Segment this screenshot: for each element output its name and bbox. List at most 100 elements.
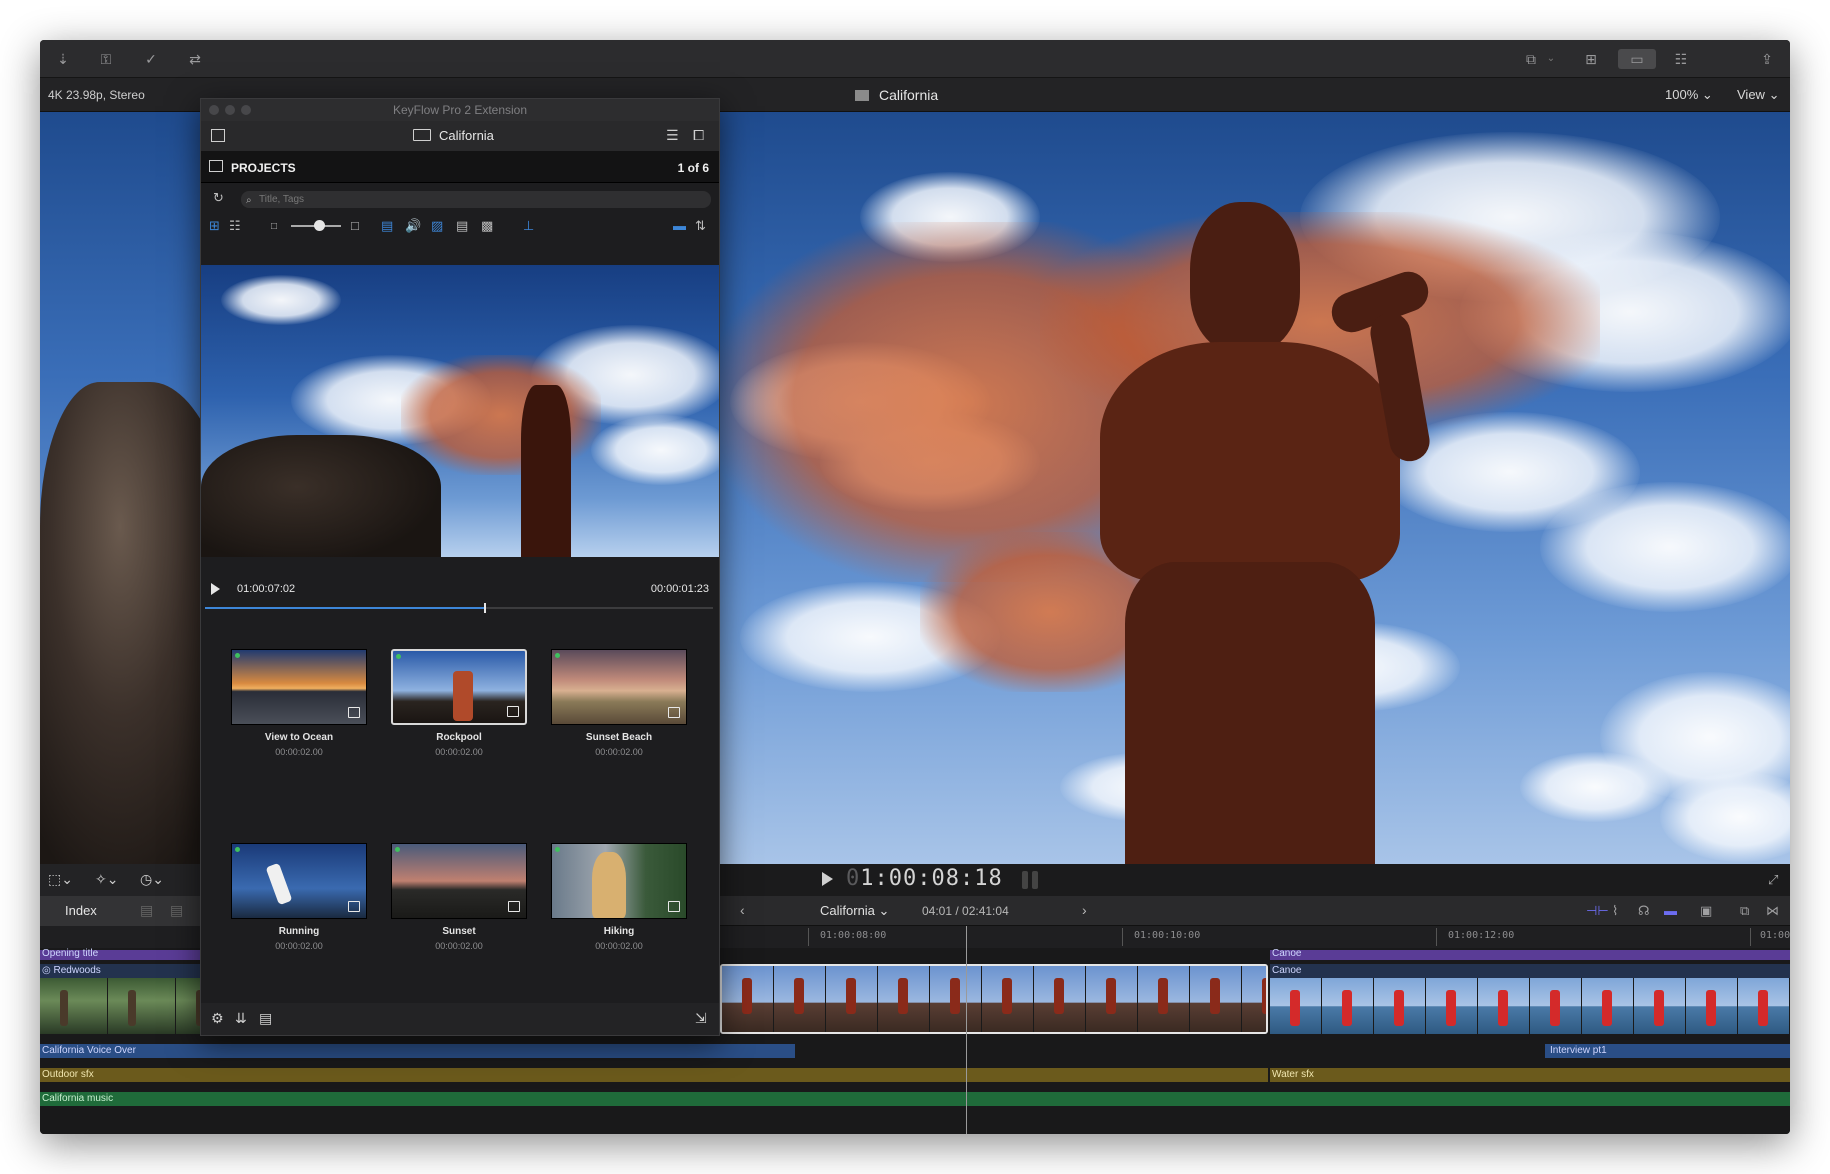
chevron-right-icon[interactable]: › bbox=[1082, 902, 1087, 918]
audio-meter bbox=[1022, 871, 1028, 889]
clip-connect-icon[interactable]: ▤ bbox=[170, 902, 183, 919]
project-name: California bbox=[820, 903, 875, 918]
inspector-icon[interactable]: ☷ bbox=[1670, 49, 1692, 69]
chevron-left-icon[interactable]: ‹ bbox=[740, 902, 745, 918]
list-icon[interactable]: ☰ bbox=[666, 127, 679, 144]
project-menu[interactable]: California ⌄ bbox=[820, 903, 889, 919]
browser-toggle-icon[interactable]: ⧉ bbox=[1520, 49, 1542, 69]
video-clip[interactable] bbox=[1270, 964, 1790, 978]
sfx-clip[interactable] bbox=[40, 1068, 1268, 1082]
search-input[interactable]: ⌕ Title, Tags bbox=[241, 191, 711, 208]
thumbnail-name: Hiking bbox=[603, 926, 635, 937]
title-clip[interactable] bbox=[1270, 950, 1790, 960]
fullscreen-icon[interactable]: ⤢ bbox=[1768, 872, 1778, 888]
sort-icon[interactable]: ⇅ bbox=[695, 218, 706, 234]
snapping-icon[interactable]: ▬ bbox=[1664, 903, 1677, 918]
export-icon[interactable]: ⇪ bbox=[1756, 49, 1778, 69]
slider-knob[interactable] bbox=[314, 220, 325, 231]
thumbnail-name: Sunset bbox=[442, 926, 476, 937]
audio-filter-icon[interactable]: 🔊 bbox=[405, 218, 421, 234]
refresh-icon[interactable]: ↻ bbox=[213, 190, 224, 206]
large-thumb-icon[interactable]: □ bbox=[351, 218, 359, 233]
report-icon[interactable]: ▤ bbox=[259, 1010, 272, 1027]
playhead[interactable] bbox=[966, 926, 967, 1134]
audio-skimming-icon[interactable]: ⌇ bbox=[1612, 903, 1618, 919]
index-tab[interactable]: Index ▤ ▤ bbox=[40, 896, 200, 926]
new-window-icon[interactable]: ⧠ bbox=[693, 127, 704, 144]
preview-image[interactable] bbox=[201, 265, 719, 557]
music-clip[interactable] bbox=[40, 1092, 1790, 1106]
grid-view-icon[interactable]: ⊞ bbox=[209, 218, 220, 234]
skimming-icon[interactable]: ⊣⊢ bbox=[1586, 903, 1609, 919]
sidebar-toggle-icon[interactable] bbox=[211, 129, 225, 142]
keyword-icon[interactable]: ⚿ bbox=[95, 49, 117, 69]
zoom-icon[interactable] bbox=[241, 105, 251, 115]
scrub-handle[interactable] bbox=[484, 603, 487, 613]
chevron-down-icon[interactable]: ⌄ bbox=[1540, 49, 1562, 69]
video-filter-icon[interactable]: ▤ bbox=[381, 218, 393, 234]
view-label: View bbox=[1737, 87, 1765, 102]
thumbnail-duration: 00:00:02.00 bbox=[275, 941, 323, 951]
grid-icon[interactable]: ⊞ bbox=[1580, 49, 1602, 69]
redwoods-filmstrip[interactable] bbox=[40, 978, 200, 1034]
play-icon[interactable] bbox=[822, 872, 833, 886]
share-icon[interactable]: ⇄ bbox=[184, 49, 206, 69]
audio-meter bbox=[1032, 871, 1038, 889]
projects-label: PROJECTS bbox=[231, 161, 296, 175]
clip-appearance-icon[interactable]: ▣ bbox=[1700, 903, 1712, 919]
hierarchy-icon[interactable]: ⊥ bbox=[523, 218, 534, 234]
film-icon bbox=[508, 901, 520, 912]
view-menu[interactable]: View ⌄ bbox=[1737, 87, 1779, 103]
keyflow-panel: KeyFlow Pro 2 Extension California ☰ ⧠ P… bbox=[200, 98, 720, 1036]
thumbnail-duration: 00:00:02.00 bbox=[595, 941, 643, 951]
library-name: California bbox=[439, 128, 494, 143]
filmstrip-icon[interactable]: ▭ bbox=[1618, 49, 1656, 69]
preview-play-icon[interactable] bbox=[211, 583, 220, 595]
panel-titlebar[interactable]: KeyFlow Pro 2 Extension bbox=[201, 99, 719, 121]
minimize-icon[interactable] bbox=[225, 105, 235, 115]
timeline-duration: 04:01 / 02:41:04 bbox=[922, 904, 1009, 918]
zoom-menu[interactable]: 100% ⌄ bbox=[1665, 87, 1713, 103]
effects-filter-icon[interactable]: ▩ bbox=[481, 218, 493, 234]
scrub-progress bbox=[205, 607, 485, 609]
checkmark-icon[interactable]: ✓ bbox=[140, 49, 162, 69]
redwoods-label: Redwoods bbox=[53, 965, 101, 976]
interview-label: Interview pt1 bbox=[1550, 1045, 1607, 1056]
transform-icon[interactable]: ⬚⌄ bbox=[48, 871, 73, 888]
enhance-icon[interactable]: ✧⌄ bbox=[95, 871, 118, 888]
canoe-filmstrip[interactable] bbox=[1270, 978, 1790, 1034]
headphones-icon[interactable]: ☊ bbox=[1638, 903, 1650, 919]
image-filter-icon[interactable]: ▨ bbox=[431, 218, 443, 234]
retime-icon[interactable]: ◷⌄ bbox=[140, 871, 164, 888]
effects-browser-icon[interactable]: ⋈ bbox=[1766, 903, 1779, 919]
edit-tools: ⬚⌄ ✧⌄ ◷⌄ bbox=[40, 864, 200, 896]
close-icon[interactable] bbox=[209, 105, 219, 115]
zoom-value: 100% bbox=[1665, 87, 1699, 102]
title-clip-label: Canoe bbox=[1272, 948, 1302, 959]
index-label: Index bbox=[65, 903, 97, 918]
water-sfx-label: Water sfx bbox=[1272, 1069, 1314, 1080]
projects-count: 1 of 6 bbox=[677, 161, 709, 175]
selected-video-clip[interactable] bbox=[720, 964, 1268, 1034]
projects-bar[interactable]: PROJECTS 1 of 6 bbox=[201, 151, 719, 183]
scrub-track[interactable] bbox=[205, 603, 713, 613]
gear-icon[interactable]: ⚙ bbox=[211, 1010, 224, 1027]
small-thumb-icon[interactable]: □ bbox=[271, 221, 277, 232]
track-height-icon[interactable]: ▤ bbox=[140, 902, 153, 919]
clapper-icon bbox=[855, 90, 869, 101]
inspector-panel-icon[interactable]: ▬ bbox=[673, 218, 686, 233]
document-filter-icon[interactable]: ▤ bbox=[456, 218, 468, 234]
format-label: 4K 23.98p, Stereo bbox=[48, 88, 145, 102]
sfx-clip[interactable] bbox=[1270, 1068, 1790, 1082]
main-toolbar: ⇣ ⚿ ✓ ⇄ ⧉ ⌄ ⊞ ▭ ☷ ⇪ bbox=[40, 40, 1790, 78]
canoe-label: Canoe bbox=[1272, 965, 1302, 976]
ruler-tick: 01:00:12:00 bbox=[1448, 930, 1515, 941]
import-icon[interactable]: ⇣ bbox=[52, 49, 74, 69]
index-toggle-icon[interactable]: ⧉ bbox=[1740, 903, 1749, 919]
list-view-icon[interactable]: ☷ bbox=[229, 218, 241, 234]
voice-over-clip[interactable] bbox=[40, 1044, 795, 1058]
import-list-icon[interactable]: ⇊ bbox=[235, 1010, 247, 1027]
resize-icon[interactable]: ⇲ bbox=[695, 1010, 707, 1027]
panel-footer: ⚙ ⇊ ▤ ⇲ bbox=[201, 1003, 719, 1035]
timecode-leading: 0 bbox=[846, 866, 861, 891]
